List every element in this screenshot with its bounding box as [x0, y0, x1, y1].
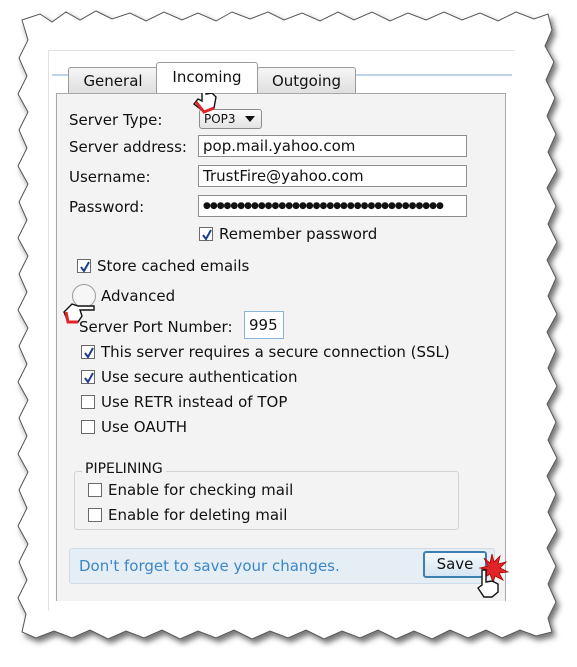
tab-general-label: General	[83, 72, 143, 90]
server-port-label: Server Port Number:	[79, 318, 233, 336]
secure-auth-label: Use secure authentication	[101, 368, 298, 386]
username-input[interactable]: TrustFire@yahoo.com	[198, 165, 467, 187]
pipelining-deleting-label: Enable for deleting mail	[108, 506, 288, 524]
server-address-input[interactable]: pop.mail.yahoo.com	[198, 135, 467, 157]
checkmark-icon	[80, 261, 90, 273]
click-burst-icon	[477, 553, 510, 598]
oauth-label: Use OAUTH	[101, 418, 188, 436]
hand-pointer-icon	[63, 303, 95, 324]
pipelining-checking-label: Enable for checking mail	[108, 481, 294, 499]
remember-password-checkbox[interactable]	[199, 227, 213, 241]
pipelining-deleting-checkbox[interactable]	[88, 508, 102, 522]
server-type-value: POP3	[204, 112, 236, 126]
server-type-label: Server Type:	[69, 111, 163, 129]
pipelining-checking-checkbox[interactable]	[88, 483, 102, 497]
password-input[interactable]: ●●●●●●●●●●●●●●●●●●●●●●●●●●●●●●●●●●●	[198, 195, 467, 217]
checkmark-icon	[84, 372, 94, 384]
tab-outgoing[interactable]: Outgoing	[257, 67, 356, 94]
tab-incoming[interactable]: Incoming	[156, 62, 258, 93]
retr-label: Use RETR instead of TOP	[101, 393, 288, 411]
oauth-checkbox[interactable]	[81, 420, 95, 434]
checkmark-icon	[84, 347, 94, 359]
store-cached-checkbox[interactable]	[77, 259, 91, 273]
tab-outgoing-label: Outgoing	[271, 72, 342, 90]
server-port-input[interactable]: 995	[244, 311, 284, 339]
username-label: Username:	[69, 168, 151, 186]
server-address-label: Server address:	[69, 138, 187, 156]
tab-general[interactable]: General	[68, 67, 158, 94]
retr-checkbox[interactable]	[81, 395, 95, 409]
pipelining-title: PIPELINING	[82, 461, 166, 477]
secure-auth-checkbox[interactable]	[81, 370, 95, 384]
tab-incoming-label: Incoming	[172, 68, 242, 86]
ssl-checkbox[interactable]	[81, 345, 95, 359]
save-button-label: Save	[436, 555, 474, 573]
remember-password-label: Remember password	[219, 225, 378, 243]
save-reminder-text: Don't forget to save your changes.	[79, 557, 340, 575]
dropdown-arrow-icon	[245, 116, 255, 122]
password-label: Password:	[69, 198, 145, 216]
advanced-label: Advanced	[101, 287, 176, 305]
store-cached-label: Store cached emails	[97, 257, 250, 275]
checkmark-icon	[202, 229, 212, 241]
ssl-label: This server requires a secure connection…	[101, 343, 450, 361]
